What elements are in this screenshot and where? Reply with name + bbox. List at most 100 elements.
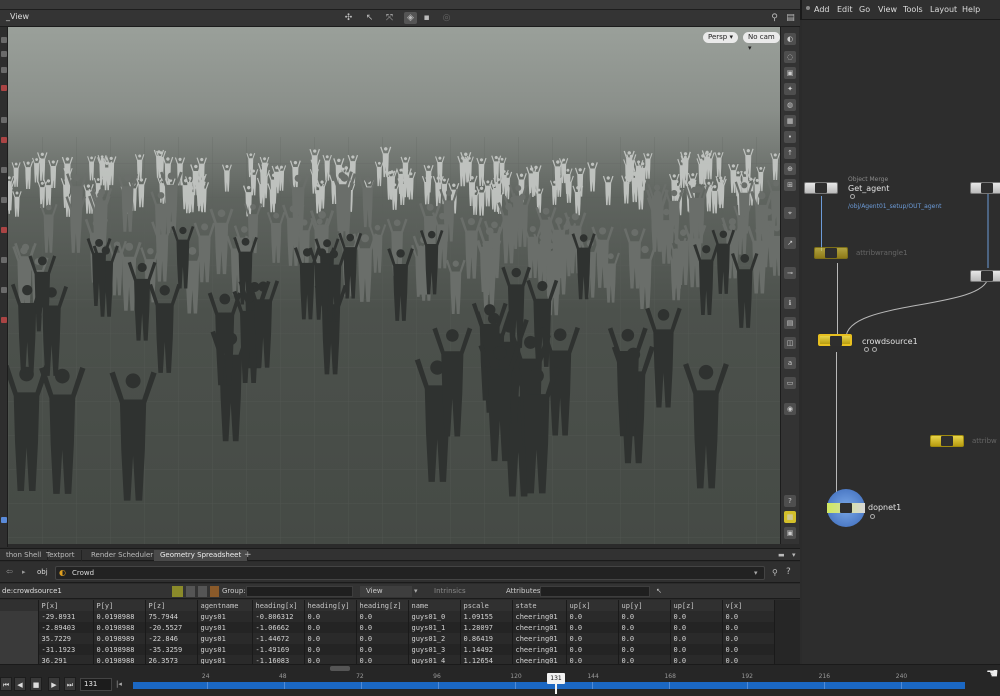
timeline-cursor-label[interactable]: 131 xyxy=(547,673,565,684)
merge-node[interactable] xyxy=(970,270,1000,282)
crowdsource-node[interactable] xyxy=(818,334,852,346)
play-icon[interactable]: ▶ xyxy=(48,677,60,691)
3d-viewport[interactable]: Persp ▾ No cam ▾ xyxy=(8,27,780,544)
stop-icon[interactable]: ■ xyxy=(30,677,42,691)
jump-end-icon[interactable]: ⏭ xyxy=(64,677,76,691)
add-tab-icon[interactable]: + xyxy=(238,550,258,561)
shelf-tool-icon[interactable] xyxy=(1,117,7,123)
shelf-tool-icon[interactable] xyxy=(1,85,7,91)
view-dropdown[interactable]: View xyxy=(360,586,412,597)
column-header[interactable]: up[y] xyxy=(618,600,671,611)
column-header[interactable]: pscale xyxy=(460,600,513,611)
column-header[interactable]: heading[y] xyxy=(304,600,357,611)
table-row[interactable]: 36.291 0.0198988 26.3573 guys01 -1.16083 0.0 0… xyxy=(0,655,775,664)
jump-start-icon[interactable]: ⏮ xyxy=(0,677,12,691)
points-mode-icon[interactable] xyxy=(172,586,183,597)
timeline-cursor[interactable] xyxy=(555,684,557,694)
column-header[interactable]: P[z] xyxy=(145,600,198,611)
play-reverse-icon[interactable]: ◀ xyxy=(14,677,26,691)
tab-render-scheduler[interactable]: Render Scheduler xyxy=(85,550,161,561)
camera-button[interactable]: No cam ▾ xyxy=(743,32,780,52)
camera-icon[interactable]: ◫ xyxy=(784,337,796,349)
shelf-tool-icon[interactable] xyxy=(1,137,7,143)
shelf-tool-icon[interactable] xyxy=(1,51,7,57)
menu-layout[interactable]: Layout xyxy=(930,5,957,14)
tab-geometry-spreadsheet[interactable]: Geometry Spreadsheet xyxy=(154,550,249,561)
current-frame-field[interactable]: 131 xyxy=(80,678,112,691)
normal-icon[interactable]: ↑ xyxy=(784,147,796,159)
forward-arrow-icon[interactable]: ▸ xyxy=(22,568,26,576)
pin-icon[interactable]: ⚲ xyxy=(772,568,778,577)
column-header[interactable]: state xyxy=(512,600,567,611)
column-header[interactable]: up[x] xyxy=(566,600,619,611)
panel-menu-icon[interactable]: ▤ xyxy=(784,12,797,24)
shelf-tool-icon[interactable] xyxy=(1,37,7,43)
network-editor[interactable]: Object Merge Get_agent /obj/Agent01_setu… xyxy=(802,20,1000,664)
primitives-mode-icon[interactable] xyxy=(198,586,207,597)
column-header[interactable]: up[z] xyxy=(670,600,723,611)
menu-edit[interactable]: Edit xyxy=(837,5,853,14)
display-options-icon[interactable]: ◐ xyxy=(784,33,796,45)
node-path-field[interactable]: ◐ Crowd ▾ xyxy=(55,566,765,580)
split-icon[interactable]: ▣ xyxy=(784,527,796,539)
light-icon[interactable]: ✦ xyxy=(784,83,796,95)
column-header[interactable]: v[x] xyxy=(722,600,775,611)
wireframe-icon[interactable]: ▦ xyxy=(784,115,796,127)
pane-handle-icon[interactable] xyxy=(806,6,810,10)
pointer-tool-icon[interactable]: ↖ xyxy=(363,12,376,24)
pin-icon[interactable]: ⚲ xyxy=(768,12,781,24)
shelf-tool-icon[interactable] xyxy=(1,257,7,263)
attributes-pick-icon[interactable]: ↖ xyxy=(656,587,662,595)
vector-icon[interactable]: ↗ xyxy=(784,237,796,249)
shelf-tool-icon[interactable] xyxy=(1,317,7,323)
column-header[interactable]: heading[x] xyxy=(252,600,305,611)
column-header[interactable]: P[x] xyxy=(38,600,94,611)
shelf-tool-icon[interactable] xyxy=(1,287,7,293)
transform-tool-icon[interactable]: ⤧ xyxy=(383,12,396,24)
help-icon[interactable]: ? xyxy=(786,567,791,577)
attribw-node[interactable] xyxy=(930,435,964,447)
abc-icon[interactable]: a xyxy=(784,357,796,369)
snap-icon[interactable]: ⊕ xyxy=(784,163,796,175)
group-field[interactable] xyxy=(246,586,353,597)
shelf-tool-icon[interactable] xyxy=(1,227,7,233)
shelf-tool-icon[interactable] xyxy=(1,67,7,73)
menu-tools[interactable]: Tools xyxy=(903,5,923,14)
screenshot-icon[interactable]: ▭ xyxy=(784,377,796,389)
info-icon[interactable]: ℹ xyxy=(784,297,796,309)
table-row[interactable]: 35.7229 0.0198989 -22.846 guys01 -1.44672 0.0… xyxy=(0,633,775,644)
obj-breadcrumb[interactable]: obj xyxy=(37,568,48,576)
dopnet-node[interactable] xyxy=(827,489,865,527)
view-dropdown-arrow[interactable]: ▾ xyxy=(414,587,418,595)
back-arrow-icon[interactable]: ⇦ xyxy=(6,567,13,576)
column-header[interactable]: agentname xyxy=(197,600,253,611)
persp-view-button[interactable]: Persp ▾ xyxy=(703,32,738,43)
table-row[interactable]: -31.1923 0.0198988 -35.3259 guys01 -1.49169 0… xyxy=(0,644,775,655)
step-back-icon[interactable]: |◂ xyxy=(116,680,122,688)
layout-icon[interactable]: ▦ xyxy=(784,511,796,523)
column-header[interactable]: name xyxy=(408,600,461,611)
template-icon[interactable]: ▤ xyxy=(784,317,796,329)
shading-icon[interactable]: ◍ xyxy=(784,99,796,111)
spreadsheet-table[interactable]: P[x] P[y] P[z] agentname heading[x] heading[y… xyxy=(0,600,800,664)
pose-icon[interactable]: ⌖ xyxy=(784,207,796,219)
lock-icon[interactable]: ▣ xyxy=(784,67,796,79)
menu-go[interactable]: Go xyxy=(859,5,870,14)
path-dropdown-icon[interactable]: ▾ xyxy=(754,569,758,577)
vertices-mode-icon[interactable] xyxy=(186,586,195,597)
column-header[interactable]: heading[z] xyxy=(356,600,409,611)
table-row[interactable]: -29.8931 0.0198988 75.7944 guys01 -0.806312 0… xyxy=(0,611,775,622)
tab-textport[interactable]: Textport xyxy=(40,550,82,561)
select-tool-icon[interactable]: ✣ xyxy=(342,12,355,24)
ghost-icon[interactable]: ◌ xyxy=(784,51,796,63)
attribwrangle-node[interactable] xyxy=(814,247,848,259)
shelf-tool-icon[interactable] xyxy=(1,167,7,173)
view-tool-icon[interactable]: ◈ xyxy=(404,12,417,24)
menu-view[interactable]: View xyxy=(878,5,897,14)
intrinsics-dropdown[interactable]: Intrinsics xyxy=(434,587,466,595)
handle-tool-icon[interactable]: ▪ xyxy=(420,12,433,24)
column-header[interactable]: P[y] xyxy=(93,600,146,611)
table-row[interactable]: -2.89403 0.0198988 -20.5527 guys01 -1.06662 0… xyxy=(0,622,775,633)
bone-icon[interactable]: ⊸ xyxy=(784,267,796,279)
pane-menu-icon[interactable]: ▾ xyxy=(786,550,802,561)
